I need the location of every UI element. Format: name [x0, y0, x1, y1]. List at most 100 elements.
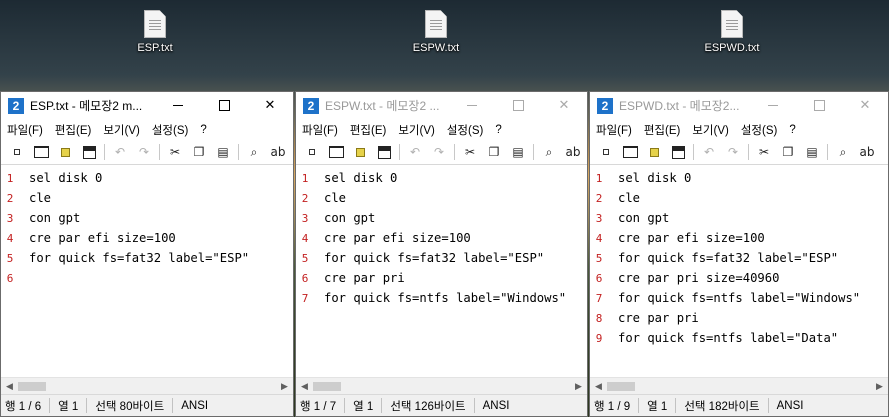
menu-item[interactable]: 보기(V) — [392, 122, 441, 138]
find-icon[interactable]: ⌕ — [537, 142, 561, 162]
editor-line: 2 cle — [1, 188, 293, 208]
redo-icon[interactable]: ↷ — [721, 142, 745, 162]
text-editor[interactable]: 1 sel disk 0 2 cle 3 con gpt 4 cre par efi size… — [1, 165, 293, 378]
title-bar[interactable]: 2 ESPWD.txt - 메모장2... ✕ — [590, 92, 888, 119]
menu-item[interactable]: 파일(F) — [1, 122, 49, 138]
close-button[interactable]: ✕ — [247, 92, 293, 119]
open-icon[interactable] — [324, 142, 348, 162]
menu-item[interactable]: 설정(S) — [735, 122, 784, 138]
paste-icon[interactable]: ▤ — [506, 142, 530, 162]
desktop-icon-espwd[interactable]: ESPWD.txt — [677, 10, 787, 54]
menu-item[interactable]: 편집(E) — [344, 122, 393, 138]
menu-item[interactable]: 편집(E) — [638, 122, 687, 138]
copy-icon[interactable]: ❐ — [482, 142, 506, 162]
editor-line: 8 cre par pri — [590, 308, 888, 328]
maximize-button[interactable] — [796, 92, 842, 119]
status-separator — [86, 398, 88, 413]
save-icon[interactable] — [372, 142, 396, 162]
menu-item[interactable]: 설정(S) — [146, 122, 195, 138]
replace-icon[interactable]: ab — [561, 142, 585, 162]
copy-icon[interactable]: ❐ — [776, 142, 800, 162]
scroll-thumb[interactable] — [607, 382, 635, 391]
scroll-left-icon[interactable]: ◀ — [296, 382, 313, 392]
scroll-right-icon[interactable]: ▶ — [871, 382, 888, 392]
line-number: 5 — [595, 251, 603, 265]
cut-icon[interactable]: ✂ — [163, 142, 187, 162]
new-icon[interactable] — [5, 142, 29, 162]
minimize-button[interactable] — [750, 92, 796, 119]
menu-item[interactable]: 보기(V) — [686, 122, 735, 138]
menu-item[interactable]: 편집(E) — [49, 122, 98, 138]
notepad2-app-icon[interactable]: 2 — [8, 97, 24, 114]
line-text: cle — [29, 191, 52, 205]
reload-icon[interactable] — [53, 142, 77, 162]
scroll-track[interactable] — [607, 378, 871, 395]
editor-line: 9 for quick fs=ntfs label="Data" — [590, 328, 888, 348]
minimize-button[interactable] — [155, 92, 201, 119]
menu-item[interactable]: ? — [489, 124, 507, 136]
line-number: 4 — [6, 231, 14, 245]
cut-icon[interactable]: ✂ — [752, 142, 776, 162]
undo-icon[interactable]: ↶ — [108, 142, 132, 162]
menu-bar: 파일(F) 편집(E) 보기(V) 설정(S)? — [1, 119, 293, 140]
notepad2-app-icon[interactable]: 2 — [597, 97, 613, 114]
replace-icon[interactable]: ab — [266, 142, 290, 162]
scroll-right-icon[interactable]: ▶ — [570, 382, 587, 392]
toolbar-separator — [693, 144, 694, 160]
title-bar[interactable]: 2 ESPW.txt - 메모장2 ... ✕ — [296, 92, 587, 119]
menu-item[interactable]: ? — [783, 124, 801, 136]
redo-icon[interactable]: ↷ — [132, 142, 156, 162]
notepad2-app-icon[interactable]: 2 — [303, 97, 319, 114]
menu-item[interactable]: 파일(F) — [296, 122, 344, 138]
close-button[interactable]: ✕ — [842, 92, 888, 119]
scroll-thumb[interactable] — [18, 382, 46, 391]
paste-icon[interactable]: ▤ — [800, 142, 824, 162]
horizontal-scrollbar[interactable]: ◀ ▶ — [1, 377, 293, 395]
maximize-button[interactable] — [201, 92, 247, 119]
scroll-right-icon[interactable]: ▶ — [276, 382, 293, 392]
close-button[interactable]: ✕ — [541, 92, 587, 119]
reload-icon[interactable] — [642, 142, 666, 162]
text-editor[interactable]: 1 sel disk 0 2 cle 3 con gpt 4 cre par efi size… — [296, 165, 587, 378]
redo-icon[interactable]: ↷ — [427, 142, 451, 162]
menu-item[interactable]: 보기(V) — [97, 122, 146, 138]
horizontal-scrollbar[interactable]: ◀ ▶ — [296, 377, 587, 395]
line-number: 1 — [6, 171, 14, 185]
minimize-button[interactable] — [449, 92, 495, 119]
cut-icon[interactable]: ✂ — [458, 142, 482, 162]
editor-line: 5 for quick fs=fat32 label="ESP" — [296, 248, 587, 268]
desktop-icon-esp[interactable]: ESP.txt — [100, 10, 210, 54]
scroll-left-icon[interactable]: ◀ — [590, 382, 607, 392]
undo-icon[interactable]: ↶ — [697, 142, 721, 162]
save-icon[interactable] — [77, 142, 101, 162]
text-editor[interactable]: 1 sel disk 0 2 cle 3 con gpt 4 cre par efi size… — [590, 165, 888, 378]
desktop-icon-label: ESPWD.txt — [704, 42, 760, 54]
menu-item[interactable]: 파일(F) — [590, 122, 638, 138]
line-text: cle — [324, 191, 347, 205]
window-title: ESPW.txt - 메모장2 ... — [325, 99, 440, 113]
replace-icon[interactable]: ab — [855, 142, 879, 162]
save-icon[interactable] — [666, 142, 690, 162]
line-text: con gpt — [618, 211, 670, 225]
reload-icon[interactable] — [348, 142, 372, 162]
menu-item[interactable]: ? — [194, 124, 212, 136]
scroll-track[interactable] — [18, 378, 276, 395]
title-bar[interactable]: 2 ESP.txt - 메모장2 m... ✕ — [1, 92, 293, 119]
desktop-icon-espw[interactable]: ESPW.txt — [381, 10, 491, 54]
horizontal-scrollbar[interactable]: ◀ ▶ — [590, 377, 888, 395]
scroll-left-icon[interactable]: ◀ — [1, 382, 18, 392]
find-icon[interactable]: ⌕ — [242, 142, 266, 162]
copy-icon[interactable]: ❐ — [187, 142, 211, 162]
maximize-button[interactable] — [495, 92, 541, 119]
scroll-thumb[interactable] — [313, 382, 341, 391]
find-icon[interactable]: ⌕ — [831, 142, 855, 162]
status-separator — [172, 398, 174, 413]
menu-item[interactable]: 설정(S) — [441, 122, 490, 138]
undo-icon[interactable]: ↶ — [403, 142, 427, 162]
paste-icon[interactable]: ▤ — [211, 142, 235, 162]
open-icon[interactable] — [618, 142, 642, 162]
new-icon[interactable] — [594, 142, 618, 162]
new-icon[interactable] — [300, 142, 324, 162]
open-icon[interactable] — [29, 142, 53, 162]
scroll-track[interactable] — [313, 378, 570, 395]
